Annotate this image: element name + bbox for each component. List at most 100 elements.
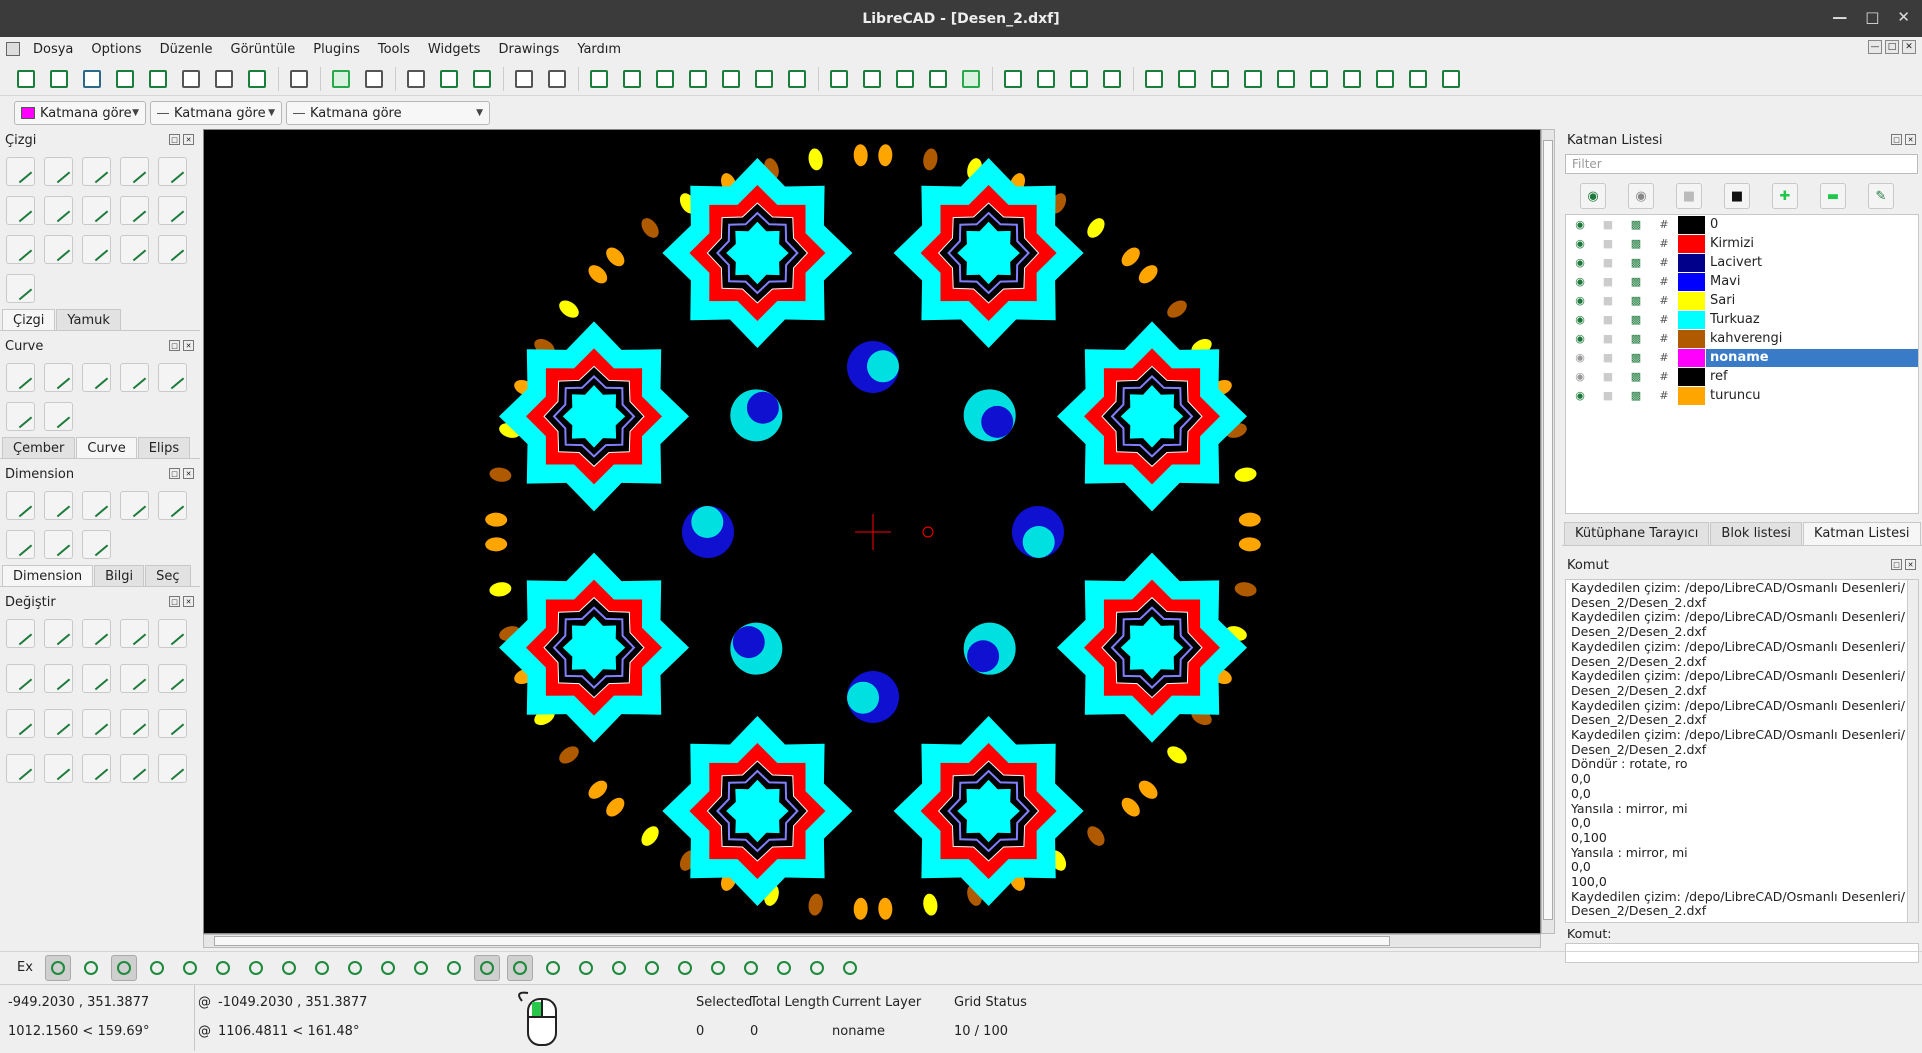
construction-icon[interactable]: # <box>1650 237 1678 250</box>
trim-icon[interactable] <box>44 664 73 693</box>
float-icon[interactable]: □ <box>169 468 180 479</box>
v-scroll-thumb[interactable] <box>1543 140 1553 920</box>
close-icon[interactable]: ✕ <box>183 134 194 145</box>
snap-grid-icon[interactable] <box>1175 67 1199 91</box>
layer-row[interactable]: ◉ ■ ▩ #0 <box>1566 215 1918 234</box>
tab-sec[interactable]: Seç <box>145 565 191 586</box>
layer-row[interactable]: ◉ ■ ▩ # Sari <box>1566 291 1918 310</box>
layer-color-swatch[interactable] <box>1678 234 1706 253</box>
line-tangent-icon[interactable] <box>82 196 111 225</box>
lock-icon[interactable]: ■ <box>1594 275 1622 288</box>
attributes-icon[interactable] <box>6 754 35 783</box>
menu-dosya[interactable]: Dosya <box>24 42 82 57</box>
order-lower-icon[interactable] <box>1100 67 1124 91</box>
lock-all-icon[interactable]: ■ <box>1724 183 1750 209</box>
move-icon[interactable] <box>6 619 35 648</box>
print-icon[interactable]: ▩ <box>1622 351 1650 364</box>
add-layer-icon[interactable]: ✚ <box>1772 183 1798 209</box>
snap-distance-button[interactable] <box>243 955 269 981</box>
remove-layer-icon[interactable]: ▬ <box>1820 183 1846 209</box>
print-icon[interactable]: ▩ <box>1622 389 1650 402</box>
bevel-icon[interactable] <box>6 709 35 738</box>
hatch-icon[interactable] <box>738 955 764 981</box>
drawing-canvas[interactable] <box>203 129 1541 934</box>
line-freehand-icon[interactable] <box>6 235 35 264</box>
dim-linear-icon[interactable] <box>860 67 884 91</box>
linewidth-combo[interactable]: Katmana göre ▼ <box>286 101 490 125</box>
dim-linear-tool-icon[interactable] <box>44 491 73 520</box>
new-file-icon[interactable] <box>14 67 38 91</box>
zoom-window-icon[interactable] <box>752 67 776 91</box>
visibility-eye-icon[interactable]: ◉ <box>1566 256 1594 269</box>
tab-kutuphane[interactable]: Kütüphane Tarayıcı <box>1564 522 1710 545</box>
show-all-icon[interactable]: ◉ <box>1580 183 1606 209</box>
arc-center-icon[interactable] <box>6 363 35 392</box>
close-icon[interactable]: ✕ <box>1905 134 1916 145</box>
float-icon[interactable]: □ <box>169 134 180 145</box>
construction-icon[interactable]: # <box>1650 351 1678 364</box>
layer-color-swatch[interactable] <box>1678 348 1706 367</box>
float-icon[interactable]: □ <box>169 596 180 607</box>
scale-icon[interactable] <box>82 619 111 648</box>
snap-endpoint-icon[interactable] <box>1208 67 1232 91</box>
visibility-eye-icon[interactable]: ◉ <box>1566 313 1594 326</box>
draft-icon[interactable] <box>545 67 569 91</box>
layer-filter-input[interactable]: Filter <box>1565 154 1918 174</box>
zoom-auto-icon[interactable] <box>686 67 710 91</box>
print-icon[interactable]: ▩ <box>1622 237 1650 250</box>
tab-bilgi[interactable]: Bilgi <box>94 565 145 586</box>
view-antialias-button[interactable] <box>573 955 599 981</box>
rotate-icon[interactable] <box>44 619 73 648</box>
tab-yamuk[interactable]: Yamuk <box>56 309 121 330</box>
edit-layer-icon[interactable]: ✎ <box>1868 183 1894 209</box>
line-rel-angle-icon[interactable] <box>82 235 111 264</box>
add-block-icon[interactable] <box>639 955 665 981</box>
layer-row[interactable]: ◉ ■ ▩ # noname <box>1566 348 1918 367</box>
arc-tangential-icon[interactable] <box>82 363 111 392</box>
paste-icon[interactable] <box>470 67 494 91</box>
line-orthogonal-icon[interactable] <box>120 196 149 225</box>
snap-intersection-icon[interactable] <box>1373 67 1397 91</box>
construction-icon[interactable]: # <box>1650 389 1678 402</box>
menu-goruntule[interactable]: Görüntüle <box>222 42 305 57</box>
view-print-preview-button[interactable] <box>540 955 566 981</box>
tab-katman-listesi[interactable]: Katman Listesi <box>1803 522 1921 545</box>
menu-drawings[interactable]: Drawings <box>489 42 568 57</box>
print-icon[interactable]: ▩ <box>1622 332 1650 345</box>
menu-options[interactable]: Options <box>82 42 150 57</box>
menu-yardim[interactable]: Yardım <box>568 42 630 57</box>
select-pointer-icon[interactable] <box>287 67 311 91</box>
print-icon[interactable]: ▩ <box>1622 218 1650 231</box>
layer-color-swatch[interactable] <box>1678 253 1706 272</box>
line-parallel-icon[interactable] <box>6 196 35 225</box>
construction-icon[interactable]: # <box>1650 294 1678 307</box>
document-menu-icon[interactable] <box>6 42 20 56</box>
maximize-icon[interactable]: □ <box>1865 8 1879 26</box>
tab-dimension[interactable]: Dimension <box>2 565 94 586</box>
polygon-center-icon[interactable] <box>120 235 149 264</box>
snap-center-icon[interactable] <box>1274 67 1298 91</box>
layer-row[interactable]: ◉ ■ ▩ # Turkuaz <box>1566 310 1918 329</box>
close-icon[interactable]: ✕ <box>1897 8 1910 26</box>
mdi-restore-icon[interactable]: □ <box>1885 40 1899 54</box>
visibility-eye-icon[interactable]: ◉ <box>1566 275 1594 288</box>
linetype-combo[interactable]: Katmana göre ▼ <box>150 101 282 125</box>
command-history[interactable]: Kaydedilen çizim: /depo/LibreCAD/Osmanlı… <box>1565 579 1919 923</box>
text-icon[interactable] <box>959 67 983 91</box>
properties-icon[interactable] <box>158 709 187 738</box>
layer-color-swatch[interactable] <box>1678 367 1706 386</box>
zoom-pan-icon[interactable] <box>785 67 809 91</box>
layer-row[interactable]: ◉ ■ ▩ # Lacivert <box>1566 253 1918 272</box>
freehand-icon[interactable] <box>6 402 35 431</box>
visibility-eye-icon[interactable]: ◉ <box>1566 351 1594 364</box>
line-perpendicular-icon[interactable] <box>44 235 73 264</box>
parabola-icon[interactable] <box>44 402 73 431</box>
spline-icon[interactable] <box>120 363 149 392</box>
lock-icon[interactable]: ■ <box>1594 332 1622 345</box>
set-relative-zero-button[interactable] <box>408 955 434 981</box>
lock-relative-zero-button[interactable] <box>441 955 467 981</box>
relative-zero-icon[interactable] <box>1439 67 1463 91</box>
dim-leader-icon[interactable] <box>926 67 950 91</box>
lock-icon[interactable]: ■ <box>1594 370 1622 383</box>
restrict-vertical-button[interactable] <box>342 955 368 981</box>
